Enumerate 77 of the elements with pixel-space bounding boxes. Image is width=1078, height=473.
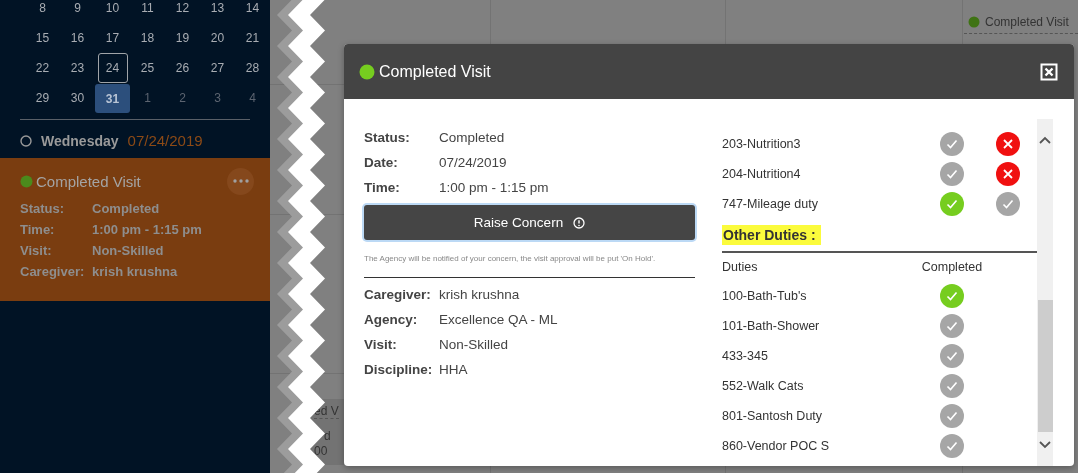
field-label: Time: [20,222,56,237]
calendar-day[interactable]: 10 [95,0,130,23]
field-label: Caregiver: [20,264,86,279]
circle-icon [20,134,32,147]
calendar-day[interactable]: 13 [200,0,235,23]
calendar-day[interactable]: 31 [95,84,130,113]
calendar-day[interactable]: 14 [235,0,270,23]
visit-title: Completed Visit [36,172,142,190]
calendar-day[interactable]: 17 [95,23,130,53]
dialog-title: Completed Visit [379,62,492,81]
field-value: Completed [439,130,505,145]
alert-icon [573,216,586,229]
calendar-day[interactable]: 8 [25,0,60,23]
section-heading: Other Duties : [722,225,821,245]
calendar-day[interactable]: 27 [200,53,235,83]
duty-name: 433-345 [722,349,769,363]
duty-name: 552-Walk Cats [722,379,805,393]
calendar-day[interactable]: 22 [25,53,60,83]
duty-name: 204-Nutrition4 [722,167,802,181]
day-heading: Wednesday [41,132,119,149]
concern-note: The Agency will be notified of your concern, the visit approval will be put 'On Hold'. [364,253,657,265]
field-label: Status: [20,201,66,216]
duty-name: 101-Bath-Shower [722,319,821,333]
field-value: 1:00 pm - 1:15 pm [92,222,202,237]
ellipsis-icon [232,179,249,183]
calendar-day[interactable]: 24 [97,53,128,83]
duty-name: 860-Vendor POC S [722,439,830,453]
calendar-day[interactable]: 12 [165,0,200,23]
calendar-day[interactable]: 9 [60,0,95,23]
field-value: krish krushna [92,264,178,279]
calendar-day[interactable]: 15 [25,23,60,53]
calendar-day[interactable]: 21 [235,23,270,53]
field-value: HHA [439,362,468,377]
duty-name: 747-Mileage duty [722,197,819,211]
calendar-day[interactable]: 25 [130,53,165,83]
event-text: 00 [314,444,328,458]
calendar-day[interactable]: 11 [130,0,165,23]
field-label: Visit: [20,243,53,258]
chevron-down-icon[interactable] [1039,441,1051,449]
duty-name: 100-Bath-Tub's [722,289,808,303]
calendar-day[interactable]: 26 [165,53,200,83]
field-value: Completed [92,201,160,216]
raise-concern-button[interactable]: Raise Concern [364,205,695,240]
duty-name: 801-Santosh Duty [722,409,824,423]
field-value: 1:00 pm - 1:15 pm [439,180,549,195]
field-value: Non-Skilled [439,337,509,352]
calendar-day[interactable]: 16 [60,23,95,53]
field-value: krish krushna [439,287,520,302]
status-dot-icon [20,174,33,188]
field-label: Discipline: [364,362,434,377]
field-label: Caregiver: [364,287,432,302]
chevron-up-icon[interactable] [1039,136,1051,144]
field-label: Status: [364,130,411,145]
calendar-day[interactable]: 28 [235,53,270,83]
duty-name: 203-Nutrition3 [722,137,802,151]
event-title: Completed Visit [985,15,1069,29]
calendar-day[interactable]: 30 [60,83,95,113]
close-button[interactable] [1040,62,1058,81]
field-value: Non-Skilled [92,243,164,258]
field-label: Agency: [364,312,419,327]
calendar-day[interactable]: 20 [200,23,235,53]
status-dot-icon [359,63,375,80]
calendar-day[interactable]: 18 [130,23,165,53]
close-icon [1040,62,1058,81]
field-label: Time: [364,180,401,195]
day-date: 07/24/2019 [127,132,203,149]
status-dot-icon [968,16,980,28]
calendar-day[interactable]: 23 [60,53,95,83]
column-header: Completed [920,260,984,274]
calendar-day[interactable]: 29 [25,83,60,113]
field-label: Visit: [364,337,398,352]
event-text: d [324,429,331,443]
field-value: 07/24/2019 [439,155,507,170]
calendar-day[interactable]: 19 [165,23,200,53]
scrollbar[interactable] [1037,119,1053,466]
field-value: Excellence QA - ML [439,312,558,327]
field-label: Date: [364,155,399,170]
